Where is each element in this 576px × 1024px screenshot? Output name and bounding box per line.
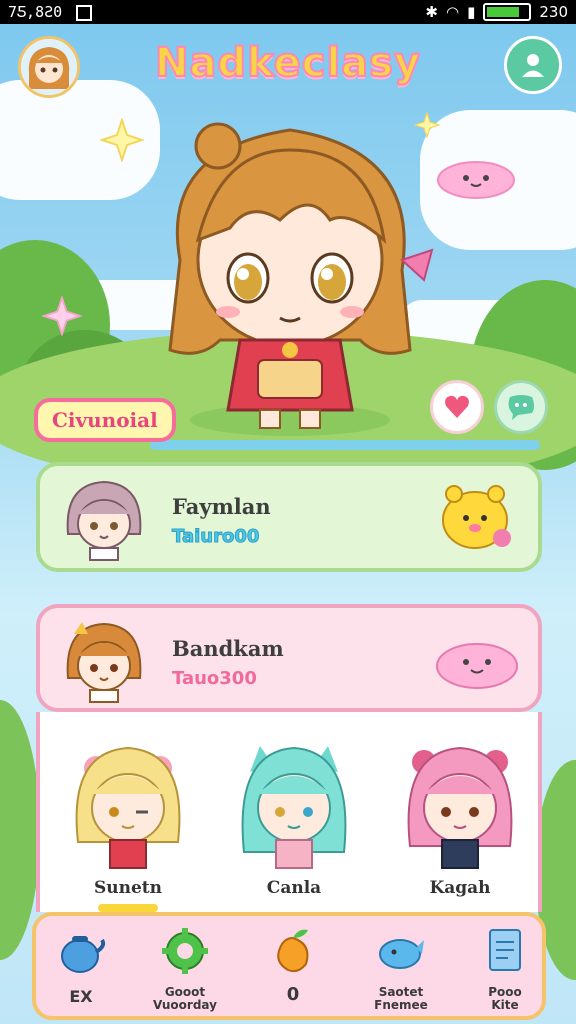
menu-label: 0 [286, 984, 300, 1005]
menu-item-fruit[interactable]: 0 [248, 920, 338, 1016]
profile-icon [522, 54, 544, 77]
character-portrait-icon [66, 622, 142, 703]
whale-icon [379, 939, 424, 969]
character-portrait-icon [407, 746, 513, 869]
character-stat: Tauo300 [172, 668, 257, 689]
gear-icon [162, 928, 208, 974]
member-name: Sunetn [93, 878, 163, 898]
screenshot-icon [76, 5, 92, 21]
slime-pet-icon [436, 643, 518, 689]
team-roster: Sunetn Canla Kagah [36, 712, 542, 912]
menu-label: Pooo Kite [488, 985, 522, 1012]
chat-icon [508, 395, 534, 420]
status-clock: 230 [539, 3, 568, 21]
chat-button[interactable] [494, 380, 548, 434]
member-name: Canla [266, 878, 322, 898]
character-portrait-icon [75, 746, 181, 869]
like-button[interactable] [430, 380, 484, 434]
team-member[interactable]: Canla [224, 732, 364, 902]
heart-icon [445, 395, 469, 418]
document-icon [489, 929, 521, 971]
character-name: Bandkam [172, 636, 284, 661]
menu-item-pooo[interactable]: Pooo Kite [460, 920, 550, 1016]
wifi-icon: ◠ [446, 3, 460, 21]
member-hp-bar [98, 904, 158, 912]
status-time: 7Ƽ,8Ƨ0 [8, 3, 63, 21]
teapot-icon [61, 936, 106, 973]
menu-label: EX [69, 987, 93, 1006]
menu-label: Saotet Fnemee [374, 985, 428, 1012]
character-portrait-icon [66, 480, 142, 561]
character-card[interactable]: Faymlan Taiuro00 [36, 462, 542, 572]
main-character[interactable] [140, 110, 440, 440]
team-member[interactable]: Kagah [390, 732, 530, 902]
character-name: Faymlan [172, 494, 271, 519]
river [150, 440, 540, 450]
character-stat: Taiuro00 [171, 526, 260, 548]
status-bar: 7Ƽ,8Ƨ0 ✱ ◠ ▮ 230 [0, 0, 576, 24]
bottom-menu: EX Gooot Vuoorday 0 Saotet Fnemee Pooo K… [32, 912, 546, 1020]
fruit-icon [277, 929, 309, 973]
menu-item-gooot[interactable]: Gooot Vuoorday [140, 920, 230, 1016]
character-class-label: Civunoial [34, 398, 176, 442]
bluetooth-icon: ✱ [425, 3, 438, 21]
yellow-pet-icon [442, 485, 511, 549]
character-portrait-icon [241, 746, 347, 869]
character-card[interactable]: Bandkam Tauo300 [36, 604, 542, 712]
slime-pet-icon [437, 161, 515, 199]
sparkle-icon [42, 296, 82, 336]
signal-icon: ▮ [467, 3, 476, 21]
friends-button[interactable] [504, 36, 562, 94]
sparkle-icon [100, 118, 144, 162]
member-name: Kagah [429, 878, 491, 898]
menu-item-saotet[interactable]: Saotet Fnemee [356, 920, 446, 1016]
game-title: Nadkeclasy [154, 39, 422, 87]
battery-icon [483, 3, 532, 21]
team-member[interactable]: Sunetn [58, 732, 198, 912]
menu-label: Gooot Vuoorday [153, 985, 217, 1012]
menu-item-ex[interactable]: EX [36, 920, 126, 1016]
